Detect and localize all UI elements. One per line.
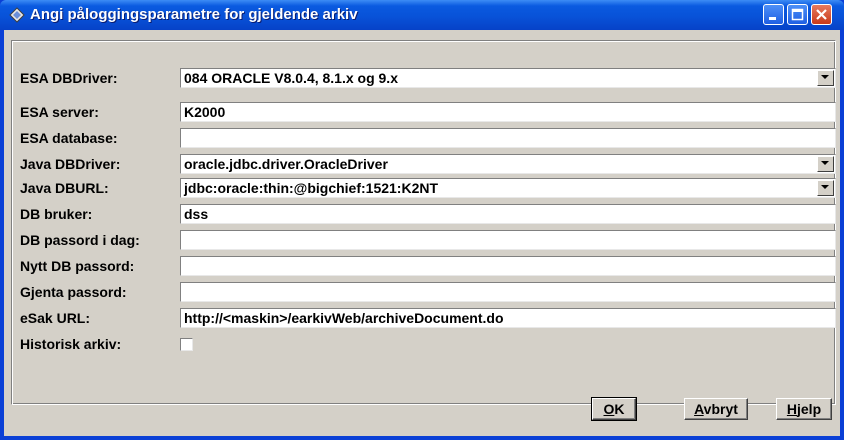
label-esa-server: ESA server: (20, 104, 99, 120)
esa-server-field[interactable]: K2000 (180, 102, 836, 122)
title-bar[interactable]: Angi påloggingsparametre for gjeldende a… (0, 0, 844, 30)
close-icon (816, 9, 827, 20)
avbryt-button[interactable]: Avbryt (684, 398, 748, 420)
java-dbdriver-dropdown-button[interactable] (817, 156, 834, 172)
historisk-arkiv-checkbox[interactable] (180, 338, 193, 351)
esa-dbdriver-dropdown-button[interactable] (817, 70, 834, 86)
label-java-dburl: Java DBURL: (20, 180, 109, 196)
maximize-button[interactable] (787, 4, 808, 25)
label-java-dbdriver: Java DBDriver: (20, 156, 121, 172)
ok-button[interactable]: OK (591, 397, 637, 421)
label-esak-url: eSak URL: (20, 310, 91, 326)
chevron-down-icon (821, 75, 829, 79)
maximize-icon (791, 8, 804, 21)
java-dburl-select[interactable]: jdbc:oracle:thin:@bigchief:1521:K2NT (180, 178, 836, 198)
nytt-db-passord-field[interactable] (180, 256, 836, 276)
label-gjenta-passord: Gjenta passord: (20, 284, 127, 300)
avbryt-label-rest: vbryt (703, 401, 738, 417)
db-passord-i-dag-field[interactable] (180, 230, 836, 250)
ok-mnemonic: O (603, 401, 615, 417)
window-title: Angi påloggingsparametre for gjeldende a… (30, 6, 358, 23)
dialog-client-area: ESA DBDriver: 084 ORACLE V8.0.4, 8.1.x o… (4, 30, 840, 436)
app-icon (9, 7, 25, 23)
close-button[interactable] (811, 4, 832, 25)
db-bruker-field[interactable]: dss (180, 204, 836, 224)
avbryt-mnemonic: A (694, 401, 704, 417)
java-dburl-dropdown-button[interactable] (817, 180, 834, 196)
chevron-down-icon (821, 161, 829, 165)
java-dburl-value: jdbc:oracle:thin:@bigchief:1521:K2NT (184, 180, 439, 196)
chevron-down-icon (821, 185, 829, 189)
dialog-window: Angi påloggingsparametre for gjeldende a… (0, 0, 844, 440)
label-esa-dbdriver: ESA DBDriver: (20, 70, 118, 86)
esa-dbdriver-value: 084 ORACLE V8.0.4, 8.1.x og 9.x (184, 70, 398, 86)
label-nytt-db-passord: Nytt DB passord: (20, 258, 135, 274)
label-db-passord-i-dag: DB passord i dag: (20, 232, 140, 248)
hjelp-mnemonic: H (786, 401, 797, 417)
label-esa-database: ESA database: (20, 130, 118, 146)
ok-label-rest: K (614, 401, 625, 417)
hjelp-label-rest: jelp (797, 401, 822, 417)
java-dbdriver-select[interactable]: oracle.jdbc.driver.OracleDriver (180, 154, 836, 174)
label-historisk-arkiv: Historisk arkiv: (20, 336, 122, 352)
minimize-icon (769, 17, 776, 20)
esa-dbdriver-select[interactable]: 084 ORACLE V8.0.4, 8.1.x og 9.x (180, 68, 836, 88)
esak-url-field[interactable]: http://<maskin>/earkivWeb/archiveDocumen… (180, 308, 836, 328)
hjelp-button[interactable]: Hjelp (776, 398, 832, 420)
java-dbdriver-value: oracle.jdbc.driver.OracleDriver (184, 156, 388, 172)
gjenta-passord-field[interactable] (180, 282, 836, 302)
minimize-button[interactable] (763, 4, 784, 25)
label-db-bruker: DB bruker: (20, 206, 93, 222)
esa-database-field[interactable] (180, 128, 836, 148)
